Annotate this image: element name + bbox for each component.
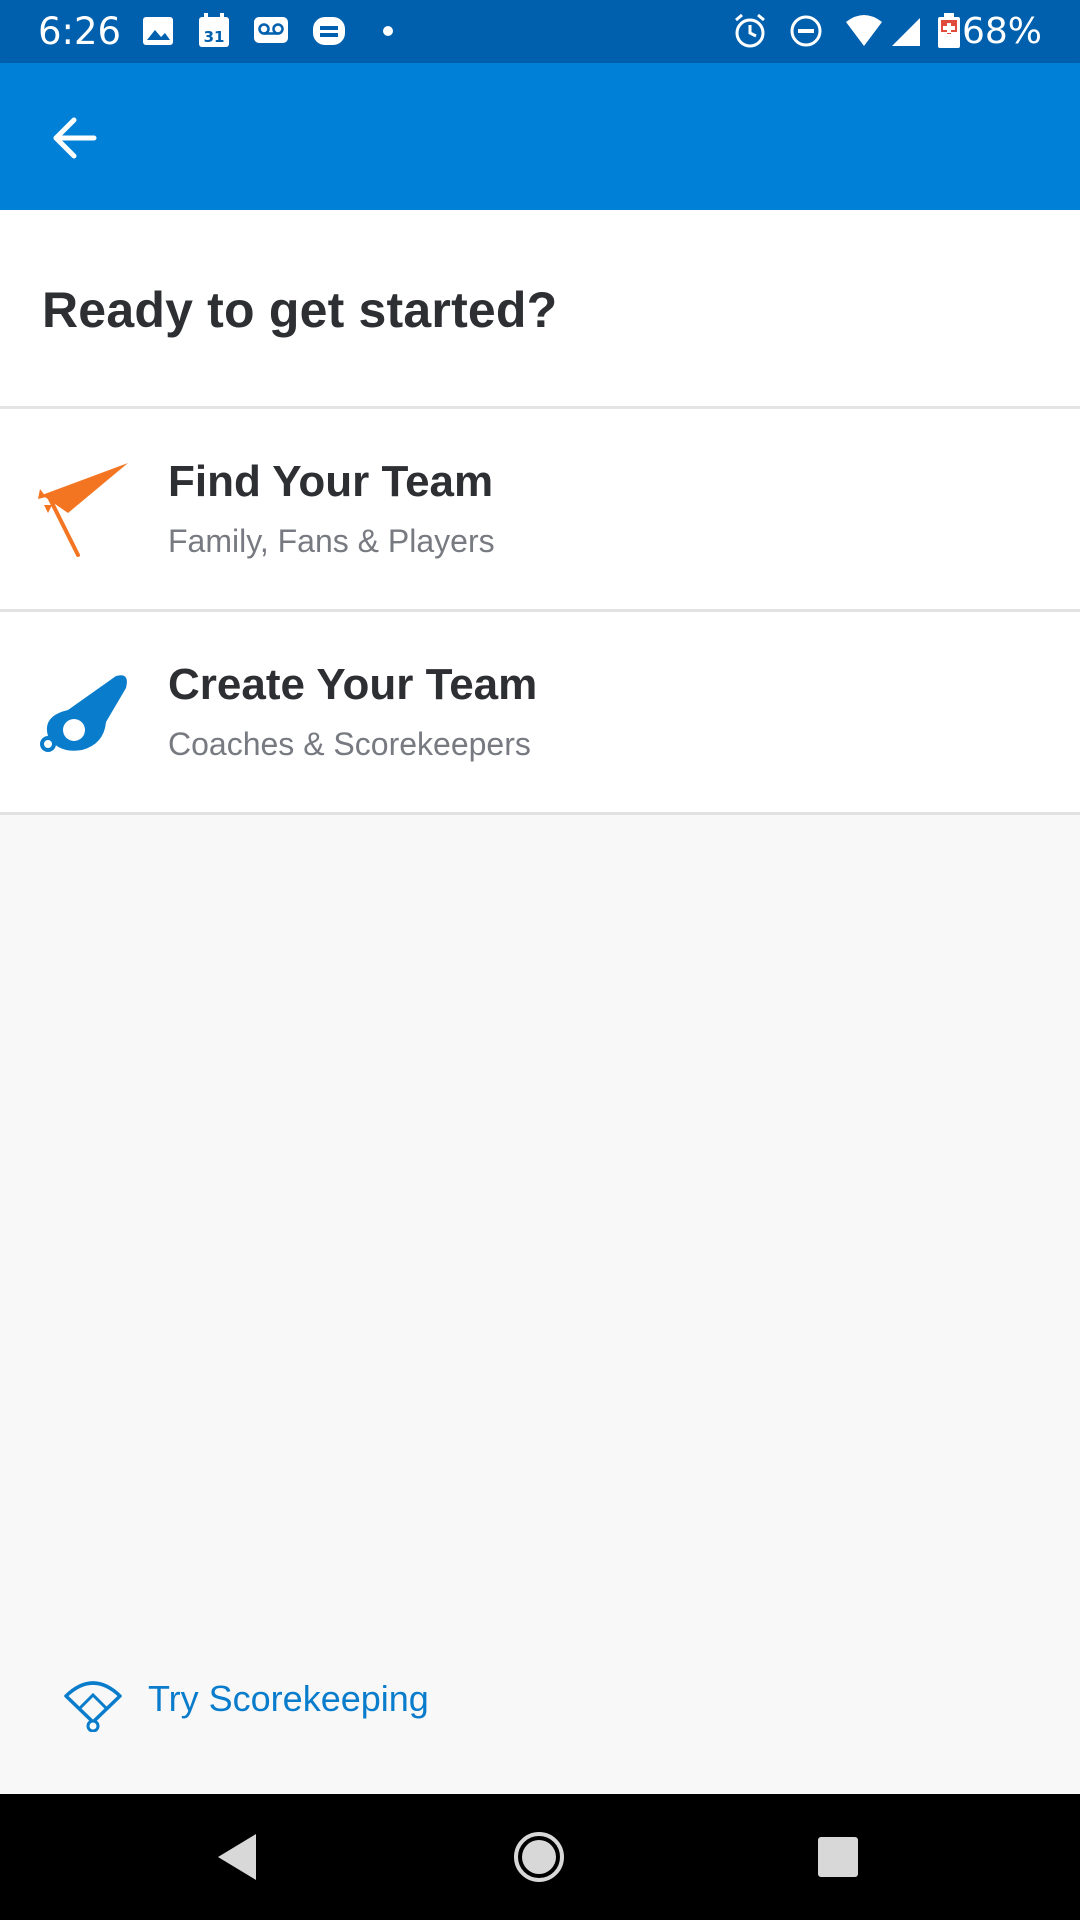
- cellular-signal-icon: [892, 18, 920, 46]
- nav-back-button[interactable]: [204, 1824, 270, 1890]
- arrow-left-icon: [53, 117, 97, 159]
- do-not-disturb-icon: [790, 15, 822, 47]
- alarm-icon: [735, 13, 765, 48]
- find-your-team-option[interactable]: Find Your Team Family, Fans & Players: [0, 409, 1080, 612]
- home-circle-icon: [514, 1832, 564, 1882]
- back-button[interactable]: [38, 108, 110, 168]
- find-your-team-title: Find Your Team: [168, 457, 494, 506]
- battery-icon: [938, 13, 960, 48]
- try-scorekeeping-label: Try Scorekeeping: [148, 1678, 429, 1719]
- whistle-icon: [40, 675, 127, 752]
- status-bar: 6:26 31 68%: [0, 0, 1080, 63]
- nav-recents-button[interactable]: [805, 1824, 871, 1890]
- wifi-icon: [846, 15, 882, 46]
- voicemail-icon: [254, 17, 288, 43]
- create-your-team-option[interactable]: Create Your Team Coaches & Scorekeepers: [0, 612, 1080, 815]
- system-nav-bar: [0, 1794, 1080, 1920]
- find-your-team-subtitle: Family, Fans & Players: [168, 523, 495, 559]
- app-bar: [0, 63, 1080, 210]
- page-title: Ready to get started?: [42, 282, 558, 338]
- recents-square-icon: [818, 1837, 858, 1877]
- header-section: Ready to get started?: [0, 210, 1080, 409]
- dot-icon: [383, 26, 393, 36]
- calendar-icon: 31: [199, 13, 229, 47]
- status-time: 6:26: [38, 10, 122, 53]
- battery-percent: 68%: [961, 11, 1042, 52]
- try-scorekeeping-link[interactable]: Try Scorekeeping: [60, 1664, 480, 1734]
- create-your-team-subtitle: Coaches & Scorekeepers: [168, 726, 531, 762]
- create-your-team-title: Create Your Team: [168, 660, 538, 709]
- calendar-day-text: 31: [204, 28, 225, 46]
- baseball-diamond-icon: [64, 1681, 122, 1732]
- pennant-icon: [38, 463, 128, 557]
- nav-home-button[interactable]: [506, 1824, 572, 1890]
- back-triangle-icon: [218, 1834, 256, 1880]
- printer-icon: [313, 17, 345, 45]
- image-icon: [143, 17, 173, 45]
